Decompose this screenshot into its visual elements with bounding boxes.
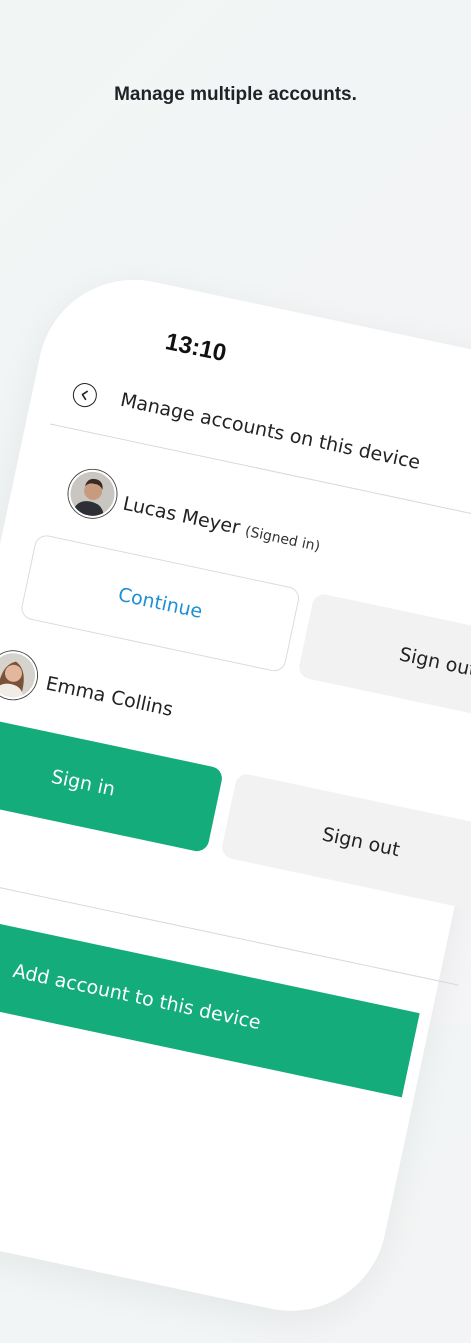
headline: Manage multiple accounts. [114,84,357,105]
screen: 13:10 Manage accounts on this device Luc… [0,262,471,1329]
account-name-text: Lucas Meyer [120,492,243,539]
chevron-left-icon [81,390,88,401]
sign-out-button-label: Sign out [397,643,471,682]
avatar [0,646,42,704]
page-title: Manage accounts on this device [118,388,423,475]
sign-in-button[interactable]: Sign in [0,713,225,854]
add-account-button[interactable]: Add account to this device [0,896,420,1098]
signed-in-label: (Signed in) [243,523,322,556]
sign-out-button-label: Sign out [320,823,402,862]
phone-mockup: 13:10 Manage accounts on this device Luc… [0,262,471,1329]
avatar [64,465,121,523]
sign-in-button-label: Sign in [49,765,118,801]
status-bar-clock: 13:10 [163,328,229,368]
add-account-button-label: Add account to this device [10,960,263,1035]
continue-button[interactable]: Continue [19,533,302,674]
continue-button-label: Continue [116,583,205,623]
account-name: Emma Collins [43,672,175,721]
sign-out-button[interactable]: Sign out [297,592,471,733]
account-name: Lucas Meyer (Signed in) [121,493,323,556]
back-button[interactable] [70,380,100,410]
sign-out-button[interactable]: Sign out [219,772,471,913]
